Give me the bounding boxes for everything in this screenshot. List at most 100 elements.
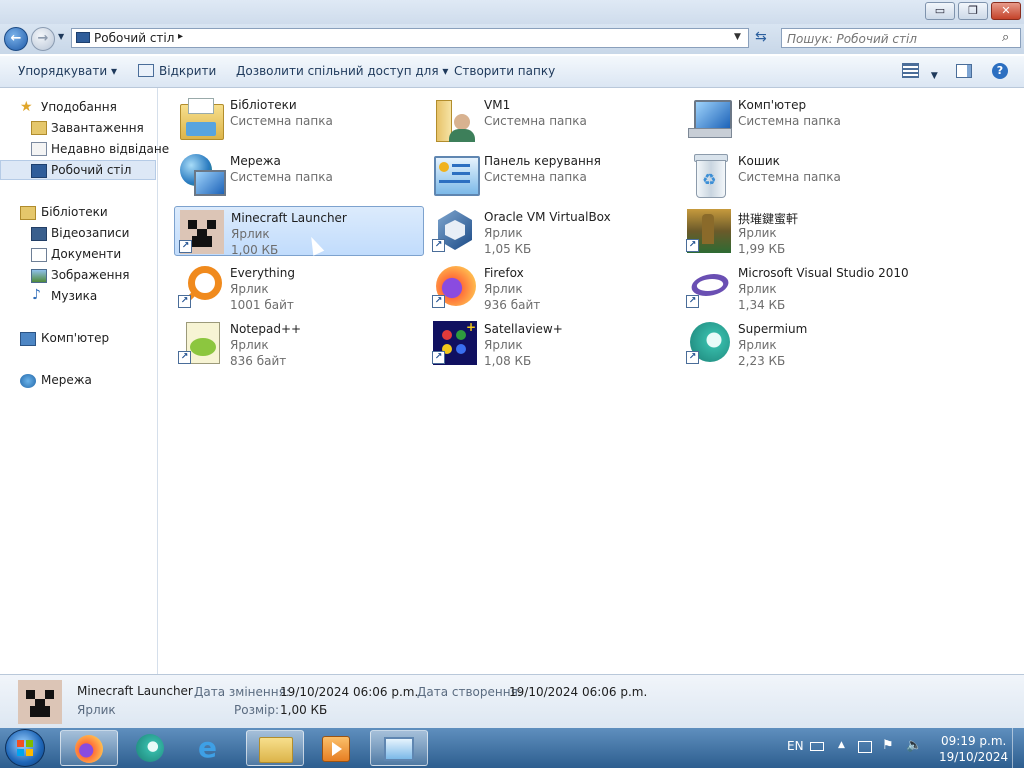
taskbar-internet-explorer[interactable]: e bbox=[184, 730, 242, 766]
details-size-label: Розмір: bbox=[234, 703, 280, 717]
new-folder-button[interactable]: Створити папку bbox=[454, 64, 555, 78]
nav-network[interactable]: Мережа bbox=[41, 373, 92, 387]
item-type: Системна папка bbox=[230, 170, 333, 184]
item-control-panel[interactable]: Панель керування Системна папка bbox=[428, 150, 678, 200]
nav-favorites[interactable]: Уподобання bbox=[41, 100, 117, 114]
item-libraries[interactable]: Бібліотеки Системна папка bbox=[174, 94, 424, 144]
nav-documents[interactable]: Документи bbox=[51, 247, 121, 261]
item-name: Комп'ютер bbox=[738, 98, 807, 112]
shortcut-arrow-icon: ↗ bbox=[432, 295, 445, 308]
show-desktop-button[interactable] bbox=[1012, 728, 1024, 768]
music-icon: ♪ bbox=[32, 287, 41, 303]
libraries-icon bbox=[20, 206, 36, 220]
item-game-shortcut[interactable]: ↗ 拱璀鍵蜜軒 Ярлик 1,99 КБ bbox=[682, 206, 932, 256]
item-type: Системна папка bbox=[230, 114, 333, 128]
minimize-button[interactable]: ▭ bbox=[925, 2, 955, 20]
item-type: Системна папка bbox=[484, 114, 587, 128]
shortcut-arrow-icon: ↗ bbox=[432, 239, 445, 252]
search-input[interactable] bbox=[785, 30, 999, 48]
open-button[interactable]: Відкрити bbox=[138, 64, 216, 78]
item-visual-studio[interactable]: ↗ Microsoft Visual Studio 2010 Ярлик 1,3… bbox=[682, 262, 932, 312]
search-icon[interactable]: ⌕ bbox=[1002, 30, 1009, 45]
media-player-icon bbox=[322, 736, 350, 762]
shortcut-arrow-icon: ↗ bbox=[179, 240, 192, 253]
address-dropdown-icon[interactable]: ▼ bbox=[734, 32, 741, 42]
item-vm1[interactable]: VM1 Системна папка bbox=[428, 94, 678, 144]
action-center-flag-icon[interactable]: ⚑ bbox=[882, 738, 894, 753]
start-button[interactable] bbox=[5, 729, 45, 767]
shortcut-arrow-icon: ↗ bbox=[686, 351, 699, 364]
pictures-icon bbox=[31, 269, 47, 283]
desktop-icon bbox=[76, 32, 90, 43]
item-name: VM1 bbox=[484, 98, 511, 112]
downloads-folder-icon bbox=[31, 121, 47, 135]
help-icon[interactable]: ? bbox=[992, 63, 1008, 79]
item-supermium[interactable]: ↗ Supermium Ярлик 2,23 КБ bbox=[682, 318, 932, 368]
view-icon bbox=[902, 63, 919, 78]
item-name: Everything bbox=[230, 266, 295, 280]
item-firefox[interactable]: ↗ Firefox Ярлик 936 байт bbox=[428, 262, 678, 312]
item-network[interactable]: Мережа Системна папка bbox=[174, 150, 424, 200]
forward-button[interactable]: → bbox=[31, 27, 55, 51]
nav-recent[interactable]: Недавно відвідане bbox=[51, 142, 169, 156]
nav-libraries[interactable]: Бібліотеки bbox=[41, 205, 108, 219]
refresh-button[interactable]: ⇆ bbox=[751, 28, 775, 48]
recent-pages-chevron-icon[interactable]: ▼ bbox=[58, 32, 64, 41]
clock-time[interactable]: 09:19 p.m. bbox=[941, 734, 1006, 748]
devices-icon[interactable] bbox=[858, 741, 872, 753]
clock-date[interactable]: 19/10/2024 bbox=[939, 750, 1008, 764]
details-name: Minecraft Launcher bbox=[77, 684, 193, 698]
preview-pane-button[interactable] bbox=[956, 64, 972, 78]
videos-icon bbox=[31, 227, 47, 241]
taskbar-media-player[interactable] bbox=[308, 730, 366, 766]
breadcrumb-chevron-icon[interactable]: ▸ bbox=[178, 31, 183, 42]
taskbar-explorer[interactable] bbox=[246, 730, 304, 766]
item-size: 2,23 КБ bbox=[738, 354, 786, 368]
item-size: 1,34 КБ bbox=[738, 298, 786, 312]
item-minecraft-launcher[interactable]: ↗ Minecraft Launcher Ярлик 1,00 КБ bbox=[174, 206, 424, 257]
item-satellaview[interactable]: + ↗ Satellaview+ Ярлик 1,08 КБ bbox=[428, 318, 678, 368]
language-indicator[interactable]: EN bbox=[787, 739, 804, 753]
restore-button[interactable]: ❐ bbox=[958, 2, 988, 20]
volume-muted-icon[interactable]: 🔈 bbox=[906, 738, 922, 753]
show-hidden-icons-icon[interactable]: ▲ bbox=[838, 740, 845, 750]
nav-videos[interactable]: Відеозаписи bbox=[51, 226, 129, 240]
search-box[interactable]: ⌕ bbox=[781, 28, 1021, 48]
nav-pictures[interactable]: Зображення bbox=[51, 268, 130, 282]
organize-menu[interactable]: Упорядкувати ▾ bbox=[18, 64, 117, 78]
shortcut-arrow-icon: ↗ bbox=[178, 351, 191, 364]
nav-downloads[interactable]: Завантаження bbox=[51, 121, 144, 135]
share-menu[interactable]: Дозволити спільний доступ для ▾ bbox=[236, 64, 448, 78]
keyboard-icon[interactable] bbox=[810, 742, 824, 751]
item-type: Системна папка bbox=[484, 170, 587, 184]
taskbar-supermium[interactable] bbox=[122, 730, 180, 766]
item-name: Minecraft Launcher bbox=[231, 211, 347, 225]
details-modified-label: Дата змінення: bbox=[194, 685, 290, 699]
item-everything[interactable]: ↗ Everything Ярлик 1001 байт bbox=[174, 262, 424, 312]
item-recycle-bin[interactable]: ♻ Кошик Системна папка bbox=[682, 150, 932, 200]
taskbar-control-panel[interactable] bbox=[370, 730, 428, 766]
item-computer[interactable]: Комп'ютер Системна папка bbox=[682, 94, 932, 144]
taskbar-firefox[interactable] bbox=[60, 730, 118, 766]
item-name: Кошик bbox=[738, 154, 780, 168]
nav-music[interactable]: Музика bbox=[51, 289, 97, 303]
refresh-icon: ⇆ bbox=[755, 29, 767, 45]
nav-computer[interactable]: Комп'ютер bbox=[41, 331, 109, 345]
view-options-button[interactable]: ▼ bbox=[902, 63, 938, 81]
item-virtualbox[interactable]: ↗ Oracle VM VirtualBox Ярлик 1,05 КБ bbox=[428, 206, 678, 256]
nav-desktop[interactable]: Робочий стіл bbox=[51, 163, 131, 177]
back-button[interactable]: ← bbox=[4, 27, 28, 51]
close-button[interactable]: ✕ bbox=[991, 2, 1021, 20]
control-panel-icon bbox=[384, 737, 414, 761]
address-bar[interactable]: Робочий стіл ▸ ▼ bbox=[71, 28, 749, 48]
item-notepadpp[interactable]: ↗ Notepad++ Ярлик 836 байт bbox=[174, 318, 424, 368]
network-icon bbox=[20, 374, 36, 388]
item-size: 1,05 КБ bbox=[484, 242, 532, 256]
libraries-icon bbox=[178, 96, 224, 142]
shortcut-arrow-icon: ↗ bbox=[432, 351, 445, 364]
item-name: Supermium bbox=[738, 322, 808, 336]
item-name: Notepad++ bbox=[230, 322, 302, 336]
item-type: Ярлик bbox=[738, 226, 777, 240]
item-size: 1001 байт bbox=[230, 298, 294, 312]
address-location[interactable]: Робочий стіл bbox=[94, 31, 174, 45]
